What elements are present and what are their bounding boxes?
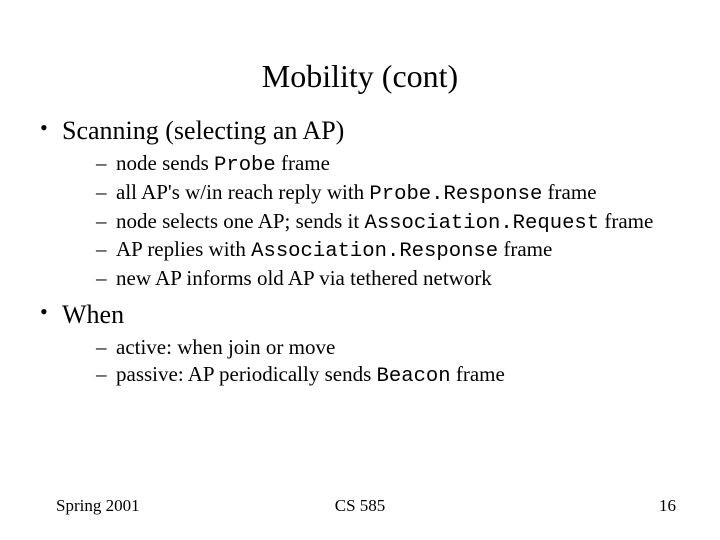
scanning-item-5: new AP informs old AP via tethered netwo… [96, 265, 690, 291]
footer: Spring 2001 CS 585 16 [0, 496, 720, 516]
bullet-list: Scanning (selecting an AP) node sends Pr… [34, 113, 690, 389]
slide: Mobility (cont) Scanning (selecting an A… [0, 0, 720, 540]
code-probe-response: Probe.Response [369, 183, 542, 206]
bullet-scanning-label: Scanning (selecting an AP) [62, 116, 344, 145]
footer-left: Spring 2001 [56, 496, 140, 516]
scanning-item-2: all AP's w/in reach reply with Probe.Res… [96, 179, 690, 208]
bullet-when: When active: when join or move passive: … [34, 297, 690, 389]
footer-center: CS 585 [335, 496, 386, 516]
slide-title: Mobility (cont) [0, 0, 720, 113]
scanning-sublist: node sends Probe frame all AP's w/in rea… [62, 150, 690, 291]
scanning-item-3: node selects one AP; sends it Associatio… [96, 208, 690, 237]
code-assoc-request: Association.Request [364, 212, 599, 235]
code-probe: Probe [214, 154, 276, 177]
code-assoc-response: Association.Response [251, 240, 498, 263]
when-sublist: active: when join or move passive: AP pe… [62, 334, 690, 389]
bullet-when-label: When [62, 300, 124, 329]
bullet-scanning: Scanning (selecting an AP) node sends Pr… [34, 113, 690, 291]
scanning-item-1: node sends Probe frame [96, 150, 690, 179]
footer-right: 16 [659, 496, 676, 516]
slide-body: Scanning (selecting an AP) node sends Pr… [0, 113, 720, 389]
when-item-1: active: when join or move [96, 334, 690, 360]
scanning-item-4: AP replies with Association.Response fra… [96, 236, 690, 265]
when-item-2: passive: AP periodically sends Beacon fr… [96, 361, 690, 390]
code-beacon: Beacon [377, 365, 451, 388]
